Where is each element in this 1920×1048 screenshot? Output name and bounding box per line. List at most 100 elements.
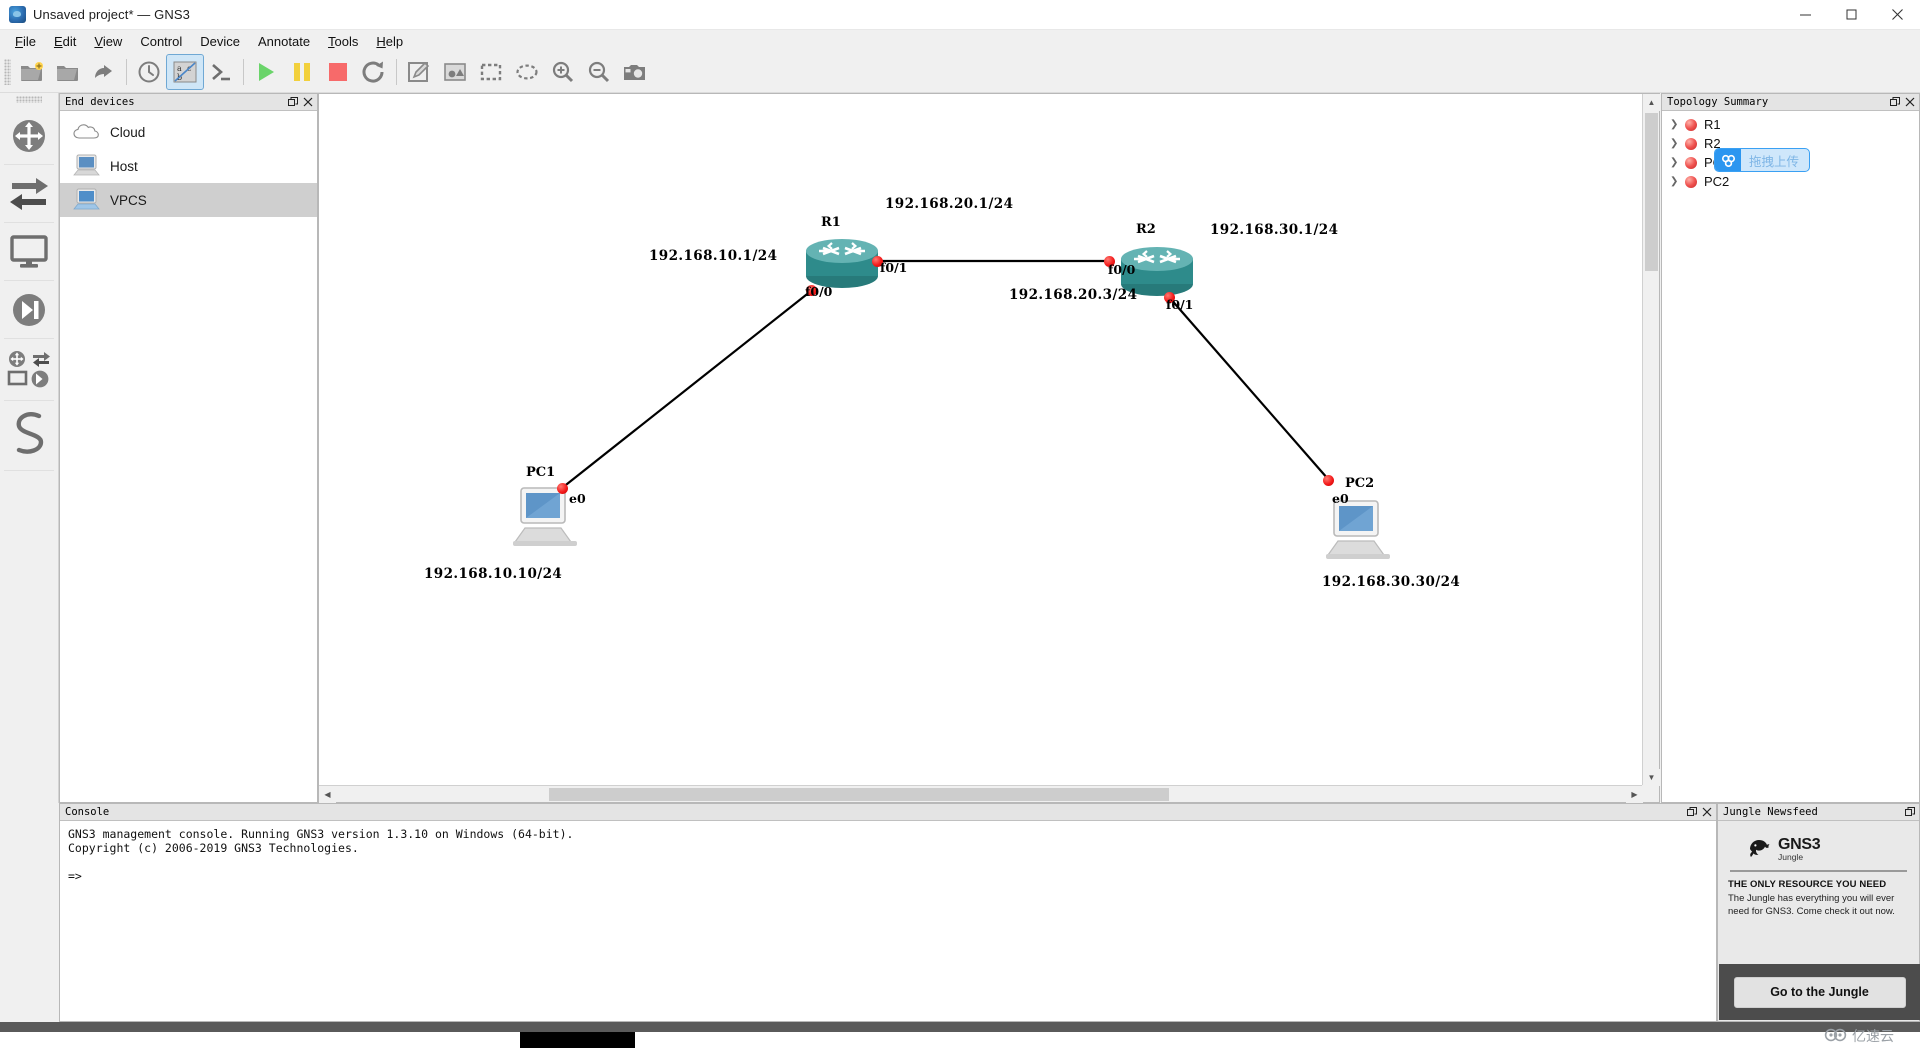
go-to-jungle-button[interactable]: Go to the Jungle (1733, 976, 1906, 1008)
draw-rectangle-icon[interactable] (473, 55, 509, 89)
zoom-out-icon[interactable] (581, 55, 617, 89)
device-toolbar-grip[interactable] (16, 96, 42, 103)
snapshot-clock-icon[interactable] (131, 55, 167, 89)
canvas-horizontal-scrollbar[interactable]: ◀ ▶ (319, 785, 1643, 803)
save-project-icon[interactable] (86, 55, 122, 89)
ip-label-pc1: 192.168.10.10/24 (424, 566, 563, 582)
scroll-down-icon[interactable]: ▼ (1643, 769, 1660, 786)
drag-upload-chip[interactable]: 拖拽上传 (1714, 148, 1811, 172)
interface-label-r2-f0-0: f0/0 (1108, 262, 1136, 277)
list-item-cloud[interactable]: Cloud (60, 115, 317, 149)
jungle-heading: THE ONLY RESOURCE YOU NEED (1728, 879, 1887, 890)
toolbar-separator (243, 59, 244, 85)
jungle-footer: Go to the Jungle (1719, 964, 1920, 1020)
chevron-right-icon[interactable]: ❯ (1670, 119, 1685, 130)
stop-all-icon[interactable] (320, 55, 356, 89)
port-dot-pc2-e0[interactable] (1323, 475, 1334, 486)
start-all-icon[interactable] (248, 55, 284, 89)
new-project-icon[interactable] (14, 55, 50, 89)
draw-ellipse-icon[interactable] (509, 55, 545, 89)
horizontal-scroll-thumb[interactable] (549, 788, 1169, 801)
interface-label-r2-f0-1: f0/1 (1166, 297, 1194, 312)
float-panel-icon[interactable] (1889, 97, 1900, 108)
ip-label-pc2: 192.168.30.30/24 (1322, 574, 1461, 590)
toolbar-separator (396, 59, 397, 85)
canvas-vertical-scrollbar[interactable]: ▲ ▼ (1642, 94, 1660, 786)
vertical-scroll-thumb[interactable] (1645, 113, 1658, 271)
all-devices-icon[interactable] (4, 339, 54, 401)
reload-all-icon[interactable] (356, 55, 392, 89)
scroll-up-icon[interactable]: ▲ (1643, 94, 1660, 111)
scroll-right-icon[interactable]: ▶ (1626, 786, 1643, 803)
console-prompt-icon[interactable] (203, 55, 239, 89)
topology-summary-title-bar: Topology Summary (1662, 94, 1919, 111)
float-panel-icon[interactable] (287, 97, 298, 108)
interface-label-pc1-e0: e0 (569, 491, 586, 506)
chevron-right-icon[interactable]: ❯ (1670, 157, 1685, 168)
insert-image-icon[interactable] (437, 55, 473, 89)
toolbar-separator (126, 59, 127, 85)
chevron-right-icon[interactable]: ❯ (1670, 176, 1685, 187)
cloud-upload-icon (1715, 149, 1741, 171)
topology-canvas[interactable]: R1 f0/1 f0/0 R2 f0/0 f0/1 PC1 e0 PC2 e0 … (319, 94, 1643, 786)
float-panel-icon[interactable] (1904, 807, 1915, 818)
menu-edit[interactable]: Edit (45, 32, 85, 51)
menu-device[interactable]: Device (191, 32, 249, 51)
add-link-icon[interactable] (4, 401, 54, 471)
menu-tools[interactable]: Tools (319, 32, 367, 51)
console-panel: Console GNS3 management console. Running… (59, 803, 1717, 1022)
minimize-icon[interactable] (1782, 0, 1828, 30)
menu-view[interactable]: View (85, 32, 131, 51)
scroll-left-icon[interactable]: ◀ (319, 786, 336, 803)
zoom-in-icon[interactable] (545, 55, 581, 89)
jungle-body-text: The Jungle has everything you will ever … (1728, 893, 1895, 917)
list-item-host[interactable]: Host (60, 149, 317, 183)
close-panel-icon[interactable] (1904, 97, 1915, 108)
open-project-icon[interactable] (50, 55, 86, 89)
tree-item-pc2[interactable]: ❯ PC2 (1662, 172, 1919, 191)
status-badge (1685, 156, 1697, 169)
menu-help[interactable]: Help (367, 32, 412, 51)
security-devices-icon[interactable] (4, 281, 54, 339)
menu-file[interactable]: FFileile (6, 32, 45, 51)
tree-item-r1[interactable]: ❯ R1 (1662, 115, 1919, 134)
toolbar-grip[interactable] (4, 59, 11, 85)
port-dot-pc1-e0[interactable] (557, 483, 568, 494)
scrollbar-corner (1642, 785, 1659, 802)
status-badge (1685, 137, 1697, 150)
ip-label-r2-f0-1: 192.168.20.3/24 (1009, 287, 1138, 303)
end-devices-icon[interactable] (4, 223, 54, 281)
interface-label-r1-f0-1: f0/1 (880, 260, 908, 275)
node-pc2[interactable] (1322, 497, 1394, 568)
menu-annotate[interactable]: Annotate (249, 32, 319, 51)
ip-label-r1-f0-1: 192.168.20.1/24 (885, 196, 1014, 212)
switches-icon[interactable] (4, 165, 54, 223)
close-panel-icon[interactable] (302, 97, 313, 108)
close-panel-icon[interactable] (1701, 807, 1712, 818)
tree-item-label: R1 (1704, 117, 1721, 132)
link-pc1-r1 (561, 290, 812, 489)
menu-control[interactable]: Control (131, 32, 191, 51)
add-note-icon[interactable] (401, 55, 437, 89)
end-devices-panel-title: End devices (65, 96, 135, 108)
list-item-label: Cloud (110, 124, 146, 140)
routers-icon[interactable] (4, 107, 54, 165)
topology-summary-panel: Topology Summary ❯ R1 ❯ R2 ❯ ❯ PC2 拖拽上传 (1661, 93, 1920, 803)
close-icon[interactable] (1874, 0, 1920, 30)
link-r2-pc2 (1168, 296, 1329, 480)
list-item-vpcs[interactable]: VPCS (60, 183, 317, 217)
show-hide-labels-icon[interactable]: a c b (166, 54, 204, 90)
topology-summary-tree: ❯ R1 ❯ R2 ❯ PC1 ❯ PC2 (1662, 111, 1919, 191)
title-bar: Unsaved project* — GNS3 (0, 0, 1920, 30)
node-label-pc1: PC1 (526, 465, 556, 480)
screenshot-icon[interactable] (617, 55, 653, 89)
topology-summary-title: Topology Summary (1667, 96, 1769, 108)
window-title: Unsaved project* — GNS3 (33, 7, 190, 22)
interface-label-pc2-e0: e0 (1332, 491, 1349, 506)
chevron-right-icon[interactable]: ❯ (1670, 138, 1685, 149)
float-panel-icon[interactable] (1686, 807, 1697, 818)
maximize-icon[interactable] (1828, 0, 1874, 30)
bottom-strip: 亿速云 (0, 1022, 1920, 1048)
suspend-all-icon[interactable] (284, 55, 320, 89)
console-output[interactable]: GNS3 management console. Running GNS3 ve… (60, 821, 1716, 889)
